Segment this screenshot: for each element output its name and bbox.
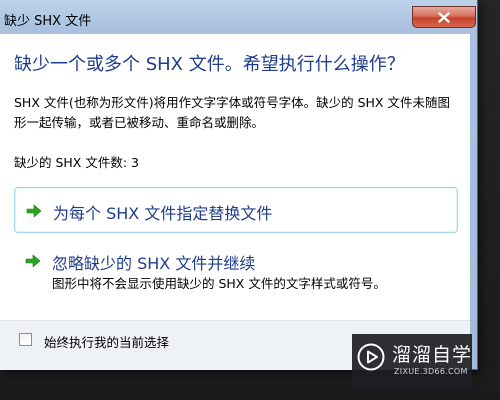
option-title: 忽略缺少的 SHX 文件并继续 <box>52 254 256 273</box>
dialog-body: 缺少一个或多个 SHX 文件。希望执行什么操作？ SHX 文件(也称为形文件)将… <box>0 34 470 320</box>
option-title: 为每个 SHX 文件指定替换文件 <box>53 204 273 223</box>
checkbox-label[interactable]: 始终执行我的当前选择 <box>44 332 169 351</box>
title-bar[interactable]: 缺少 SHX 文件 <box>0 0 478 34</box>
missing-count-label: 缺少的 SHX 文件数: 3 <box>14 155 139 170</box>
shx-missing-dialog: 缺少 SHX 文件 缺少一个或多个 SHX 文件。希望执行什么操作？ SHX 文… <box>0 0 478 370</box>
watermark: 溜溜自学 ZIXUE.3D66.COM <box>352 334 472 388</box>
close-button[interactable] <box>412 6 476 28</box>
window-title: 缺少 SHX 文件 <box>4 14 92 29</box>
play-logo-icon <box>357 343 385 371</box>
green-arrow-icon <box>25 254 41 268</box>
always-do-checkbox[interactable] <box>19 333 32 346</box>
option-ignore-and-continue[interactable]: 忽略缺少的 SHX 文件并继续 图形中将不会显示使用缺少的 SHX 文件的文字样… <box>14 242 458 298</box>
option-specify-replacement[interactable]: 为每个 SHX 文件指定替换文件 <box>14 187 458 233</box>
dialog-description: SHX 文件(也称为形文件)将用作文字字体或符号字体。缺少的 SHX 文件未随图… <box>14 95 450 130</box>
watermark-name: 溜溜自学 <box>392 344 473 366</box>
close-icon <box>438 11 450 23</box>
option-subtitle: 图形中将不会显示使用缺少的 SHX 文件的文字样式或符号。 <box>52 276 386 291</box>
green-arrow-icon <box>26 204 42 218</box>
watermark-url: ZIXUE.3D66.COM <box>394 367 468 376</box>
dialog-heading: 缺少一个或多个 SHX 文件。希望执行什么操作？ <box>14 54 405 75</box>
screen: 缺少 SHX 文件 缺少一个或多个 SHX 文件。希望执行什么操作？ SHX 文… <box>0 0 500 400</box>
